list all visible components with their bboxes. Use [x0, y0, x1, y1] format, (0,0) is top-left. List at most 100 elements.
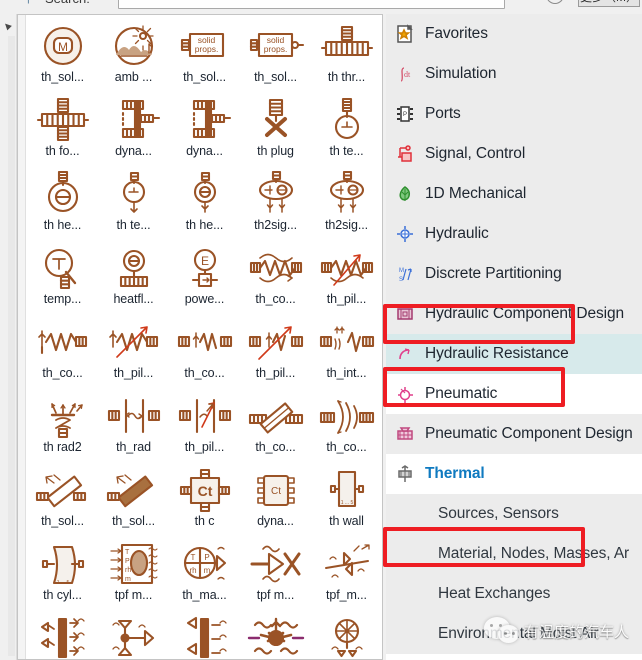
tree-item-heat-exchanges[interactable]: Heat Exchanges: [386, 574, 642, 614]
thermal-bar-conduction-icon: [245, 391, 307, 441]
palette-item[interactable]: heatfl...: [98, 241, 169, 315]
rail-scrollbar[interactable]: [8, 36, 15, 656]
two-phase-junction-icon: [316, 539, 378, 589]
chevron-down-icon[interactable]: ▼: [519, 0, 530, 2]
palette-item[interactable]: temp...: [27, 241, 98, 315]
tree-item-pneumatic[interactable]: Pneumatic: [386, 374, 642, 414]
palette-item[interactable]: th rad2: [27, 389, 98, 463]
palette-item[interactable]: th plug: [240, 93, 311, 167]
tree-item-discrete-partitioning[interactable]: M S Discrete Partitioning: [386, 254, 642, 294]
svg-text:M: M: [58, 40, 68, 54]
palette-item[interactable]: Ct th c: [169, 463, 240, 537]
palette-item[interactable]: th_co...: [311, 389, 382, 463]
tree-item-1d-mechanical[interactable]: 1D Mechanical: [386, 174, 642, 214]
palette-item[interactable]: 1 ... 5 th cyl...: [27, 537, 98, 611]
thermal-temperature-gauge-icon: [316, 95, 378, 145]
tree-item-material-nodes-masses-ar[interactable]: Material, Nodes, Masses, Ar: [386, 534, 642, 574]
palette-item[interactable]: th2sig...: [240, 167, 311, 241]
palette-item[interactable]: th_rad: [98, 389, 169, 463]
chevron-collapse-icon[interactable]: ▲: [0, 18, 16, 34]
dynamic-wall-left-icon: [103, 95, 165, 145]
dynamic-wall-multi-2-icon: [174, 613, 236, 659]
tree-item-hydraulic-resistance[interactable]: Hydraulic Resistance: [386, 334, 642, 374]
palette-item[interactable]: th_int...: [311, 315, 382, 389]
tree-item-hydraulic-component-design[interactable]: Hydraulic Component Design: [386, 294, 642, 334]
palette-item[interactable]: Ct dyna...: [240, 463, 311, 537]
palette-item[interactable]: th thr...: [311, 19, 382, 93]
tree-item-thermal-hydraulic[interactable]: Thermal Hydraulic: [386, 654, 642, 660]
palette-item[interactable]: th ma...: [240, 611, 311, 659]
ports-chip-icon: P: [394, 103, 416, 125]
palette-item[interactable]: th_co...: [240, 241, 311, 315]
palette-item[interactable]: th_sol...: [27, 463, 98, 537]
palette-item[interactable]: th_pil...: [98, 315, 169, 389]
palette-item[interactable]: th_sol...: [98, 463, 169, 537]
palette-item[interactable]: th_pil...: [240, 315, 311, 389]
palette-item[interactable]: th_co...: [240, 389, 311, 463]
thermal-four-port-icon: [32, 95, 94, 145]
palette-item[interactable]: Epowe...: [169, 241, 240, 315]
palette-item[interactable]: th2sig...: [311, 167, 382, 241]
palette-item-label: th_co...: [326, 440, 367, 454]
palette-item[interactable]: dyna...: [169, 93, 240, 167]
palette-item[interactable]: th_co...: [169, 315, 240, 389]
palette-item[interactable]: T Prh m tpf m...: [98, 537, 169, 611]
palette-item[interactable]: tpf m...: [311, 611, 382, 659]
tree-item-label: Sources, Sensors: [438, 505, 559, 522]
palette-item-label: th_sol...: [41, 70, 84, 84]
palette-item[interactable]: solid props. th_sol...: [240, 19, 311, 93]
thermal-convection-icon: [245, 243, 307, 293]
tree-item-favorites[interactable]: Favorites: [386, 14, 642, 54]
palette-item[interactable]: solid props. th_sol...: [169, 19, 240, 93]
palette-item[interactable]: tpf_m...: [98, 611, 169, 659]
tree-item-signal-control[interactable]: Signal, Control: [386, 134, 642, 174]
svg-text:props.: props.: [194, 44, 218, 54]
discrete-partitioning-icon: MS: [394, 263, 416, 285]
tree-item-simulation[interactable]: dt Simulation: [386, 54, 642, 94]
refresh-icon[interactable]: [546, 0, 564, 4]
palette-item-label: powe...: [184, 292, 225, 306]
moist-air-node-icon: [245, 613, 307, 659]
palette-item[interactable]: T Prh m th_ma...: [169, 537, 240, 611]
palette-item[interactable]: th_pil...: [169, 389, 240, 463]
palette-item[interactable]: dyna...: [98, 93, 169, 167]
palette-item[interactable]: 1 ... 5 th wall: [311, 463, 382, 537]
palette-scrollbar[interactable]: [18, 15, 26, 659]
palette-item[interactable]: dyna...: [169, 611, 240, 659]
temperature-source-icon: [103, 169, 165, 219]
palette-item[interactable]: th te...: [98, 167, 169, 241]
palette-item[interactable]: th_pil...: [311, 241, 382, 315]
palette-item[interactable]: Mth_sol...: [27, 19, 98, 93]
palette-item-label: th_rad: [116, 440, 151, 454]
tree-item-hydraulic[interactable]: Hydraulic: [386, 214, 642, 254]
tree-item-ports[interactable]: P Ports: [386, 94, 642, 134]
palette-item[interactable]: amb ...: [98, 19, 169, 93]
tree-item-label: Discrete Partitioning: [425, 265, 562, 282]
svg-text:m: m: [203, 566, 210, 575]
palette-item[interactable]: th he...: [27, 167, 98, 241]
palette-item[interactable]: tpf m...: [240, 537, 311, 611]
temperature-sensor-icon: [32, 243, 94, 293]
palette-item-label: th_co...: [184, 366, 225, 380]
palette-item[interactable]: tpf_m...: [311, 537, 382, 611]
tree-item-label: 1D Mechanical: [425, 185, 527, 202]
palette-item[interactable]: th fo...: [27, 93, 98, 167]
tree-item-pneumatic-component-design[interactable]: Pneumatic Component Design: [386, 414, 642, 454]
heat-flow-source-icon: [174, 169, 236, 219]
more-button[interactable]: 更多（Μ）: [578, 0, 640, 7]
palette-item[interactable]: dyna...: [27, 611, 98, 659]
tree-item-sources-sensors[interactable]: Sources, Sensors: [386, 494, 642, 534]
tree-item-thermal[interactable]: Thermal: [386, 454, 642, 494]
thermal-to-signal-2-icon: [316, 169, 378, 219]
thermal-piloted-conduction-icon: [103, 317, 165, 367]
heat-flow-sensor-icon: [103, 243, 165, 293]
search-label: Search:: [45, 0, 90, 6]
tree-item-environmental-moist-air[interactable]: Environmental Moist Air: [386, 614, 642, 654]
palette-item-label: temp...: [43, 292, 82, 306]
palette-item[interactable]: th_co...: [27, 315, 98, 389]
palette-item[interactable]: th te...: [311, 93, 382, 167]
palette-item[interactable]: th he...: [169, 167, 240, 241]
search-input[interactable]: [118, 0, 505, 9]
thermal-conduction-icon: [32, 317, 94, 367]
palette-item-label: tpf m...: [114, 588, 153, 602]
